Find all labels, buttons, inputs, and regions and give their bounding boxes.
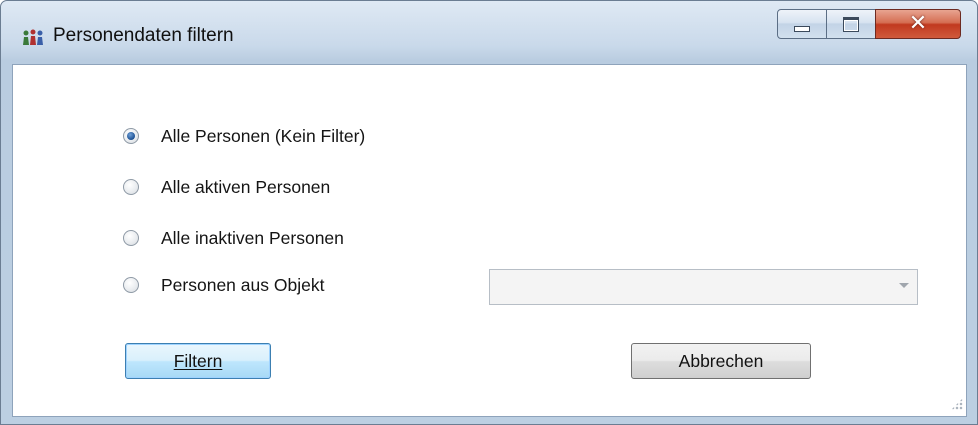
- app-people-icon: [23, 29, 43, 45]
- cancel-button[interactable]: Abbrechen: [631, 343, 811, 379]
- radio-label: Alle aktiven Personen: [161, 176, 331, 197]
- minimize-icon: [794, 26, 810, 32]
- radio-all-persons[interactable]: Alle Personen (Kein Filter): [123, 122, 365, 150]
- filter-button[interactable]: Filtern: [125, 343, 271, 379]
- maximize-icon: [843, 16, 859, 32]
- filter-button-label: Filtern: [173, 350, 223, 371]
- radio-button[interactable]: [123, 277, 139, 293]
- radio-button[interactable]: [123, 179, 139, 195]
- close-icon: ✕: [908, 11, 928, 36]
- minimize-button[interactable]: [777, 9, 827, 39]
- radio-inactive-persons[interactable]: Alle inaktiven Personen: [123, 224, 344, 252]
- radio-label: Alle Personen (Kein Filter): [161, 125, 366, 146]
- title-bar[interactable]: Personendaten filtern ✕: [1, 1, 978, 63]
- window-title: Personendaten filtern: [53, 25, 234, 46]
- window-frame: Personendaten filtern ✕ Alle Personen (K…: [0, 0, 978, 425]
- object-select[interactable]: [489, 269, 918, 305]
- cancel-button-label: Abbrechen: [678, 350, 764, 371]
- chevron-down-icon[interactable]: [899, 283, 909, 288]
- radio-active-persons[interactable]: Alle aktiven Personen: [123, 173, 330, 201]
- maximize-button[interactable]: [826, 9, 876, 39]
- radio-button-checked[interactable]: [123, 128, 139, 144]
- radio-label: Personen aus Objekt: [161, 274, 325, 295]
- radio-button[interactable]: [123, 230, 139, 246]
- close-button[interactable]: ✕: [875, 9, 961, 39]
- radio-label: Alle inaktiven Personen: [161, 227, 344, 248]
- radio-persons-from-object[interactable]: Personen aus Objekt: [123, 271, 324, 299]
